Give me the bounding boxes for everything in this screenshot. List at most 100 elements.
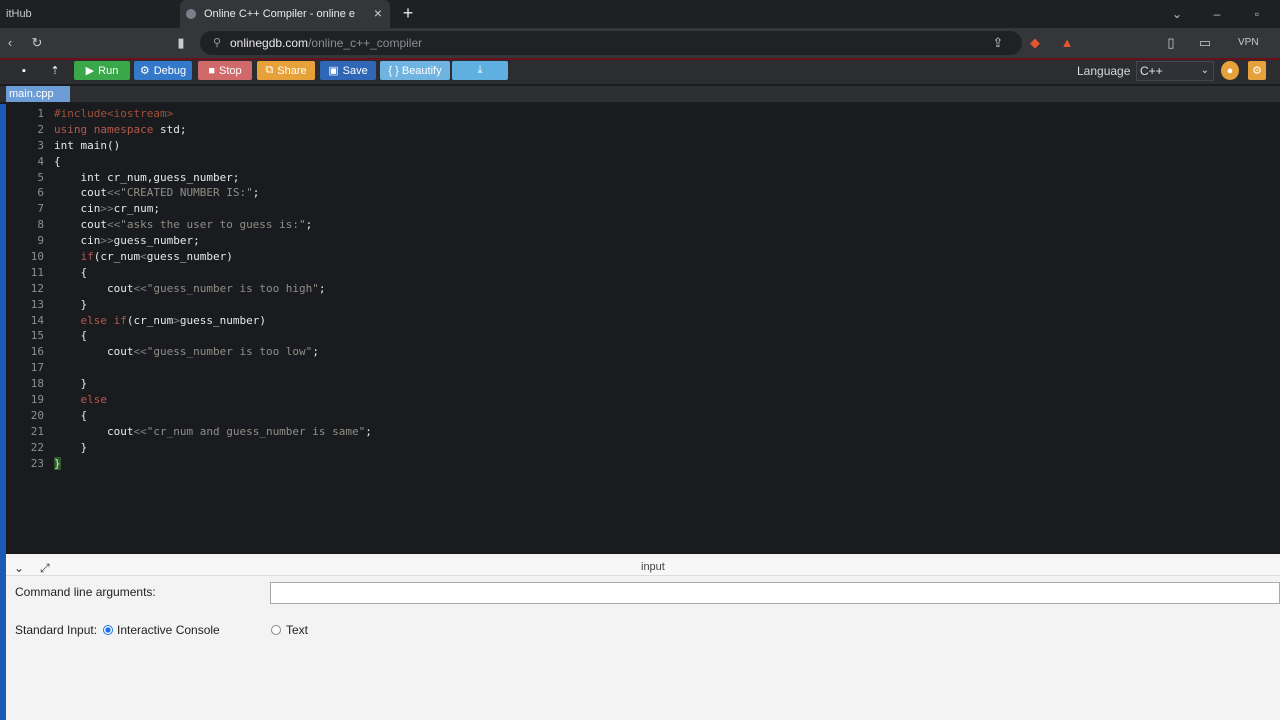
close-tab-icon[interactable]: ×: [374, 5, 382, 21]
reload-icon[interactable]: ↻: [27, 33, 47, 53]
line-number: 6: [37, 186, 44, 200]
download-button[interactable]: ⤓: [452, 61, 508, 80]
code-line[interactable]: }: [54, 376, 1254, 392]
code-line[interactable]: cout<<"CREATED NUMBER IS:";: [54, 185, 1254, 201]
code-line[interactable]: cout<<"guess_number is too low";: [54, 344, 1254, 360]
run-button[interactable]: ▶ Run: [74, 61, 130, 80]
info-icon[interactable]: ●: [1221, 61, 1239, 80]
line-number: 5: [37, 170, 44, 184]
code-line[interactable]: }: [54, 297, 1254, 313]
code-token: }: [54, 377, 88, 391]
language-select[interactable]: C++ ⌄: [1136, 61, 1214, 81]
code-line[interactable]: cin>>cr_num;: [54, 201, 1254, 217]
tab-search-icon[interactable]: ⌄: [1166, 4, 1188, 24]
brave-rewards-icon[interactable]: ▲: [1057, 33, 1077, 53]
code-token: >>: [100, 202, 114, 216]
line-number: 12: [30, 281, 44, 295]
line-number: 20: [30, 408, 44, 422]
new-file-icon[interactable]: ▪: [14, 61, 34, 80]
sidebar-icon[interactable]: ▯: [1161, 33, 1181, 53]
code-token: #include<iostream>: [54, 107, 174, 120]
share-page-icon[interactable]: ⇪: [988, 33, 1008, 53]
radio-text[interactable]: [271, 625, 281, 635]
site-info-icon[interactable]: ⚲: [207, 33, 227, 53]
line-number: 15: [30, 329, 44, 343]
code-token: }: [54, 440, 88, 454]
code-token: guess_number;: [113, 234, 200, 248]
radio-interactive-console[interactable]: [103, 625, 113, 635]
wallet-icon[interactable]: ▭: [1195, 33, 1215, 53]
code-line[interactable]: {: [54, 265, 1254, 281]
code-token: using namespace: [54, 122, 154, 136]
input-panel: [0, 554, 1280, 720]
restore-icon[interactable]: ▫: [1246, 4, 1268, 24]
code-line[interactable]: }: [54, 456, 1254, 472]
stop-icon: ■: [208, 64, 215, 77]
stop-button[interactable]: ■ Stop: [198, 61, 252, 80]
code-line[interactable]: else if(cr_num>guess_number): [54, 313, 1254, 329]
download-icon: ⤓: [477, 64, 483, 76]
bookmark-icon[interactable]: ▮: [171, 33, 191, 53]
file-tab-main-cpp[interactable]: main.cpp: [6, 86, 70, 102]
code-token: guess_number): [179, 313, 266, 327]
file-tab-bar: [0, 86, 1280, 102]
code-line[interactable]: cout<<"cr_num and guess_number is same";: [54, 424, 1254, 440]
stdin-label: Standard Input:: [15, 623, 98, 637]
code-line[interactable]: int main(): [54, 138, 1254, 154]
code-lines[interactable]: #include<iostream> using namespace std; in…: [54, 106, 1254, 471]
browser-tab-github[interactable]: itHub: [0, 0, 176, 28]
url-host: onlinegdb.com: [230, 36, 309, 50]
line-number: 13: [30, 297, 44, 311]
save-icon: ▣: [328, 65, 339, 77]
brave-shield-icon[interactable]: ◆: [1025, 33, 1045, 53]
code-line[interactable]: [54, 360, 1254, 376]
collapse-panel-icon[interactable]: ⌄: [14, 561, 24, 575]
code-line[interactable]: cout<<"guess_number is too high";: [54, 281, 1254, 297]
share-label: Share: [277, 64, 307, 77]
code-line[interactable]: cin>>guess_number;: [54, 233, 1254, 249]
code-line[interactable]: #include<iostream>: [54, 106, 1254, 122]
code-token: {: [54, 329, 88, 343]
text-option-label: Text: [286, 623, 309, 637]
code-line[interactable]: }: [54, 440, 1254, 456]
code-line[interactable]: {: [54, 328, 1254, 344]
code-line[interactable]: if(cr_num<guess_number): [54, 249, 1254, 265]
code-token: {: [54, 154, 61, 168]
share-button[interactable]: ⧉ Share: [257, 61, 315, 80]
new-tab-icon[interactable]: +: [398, 3, 418, 23]
code-token: cout: [54, 345, 134, 359]
beautify-button[interactable]: { } Beautify: [380, 61, 450, 80]
code-token: {: [54, 408, 88, 422]
line-number: 2: [37, 122, 44, 136]
line-number: 23: [30, 456, 44, 470]
code-token: cin: [54, 202, 101, 216]
debug-label: Debug: [153, 64, 187, 77]
url-text[interactable]: onlinegdb.com/online_c++_compiler: [230, 36, 422, 50]
line-number: 9: [37, 234, 44, 248]
code-line[interactable]: cout<<"asks the user to guess is:";: [54, 217, 1254, 233]
save-button[interactable]: ▣ Save: [320, 61, 376, 80]
vpn-button[interactable]: VPN: [1238, 37, 1259, 48]
code-line[interactable]: using namespace std;: [54, 122, 1254, 138]
debug-button[interactable]: ⚙ Debug: [134, 61, 192, 80]
browser-tab-onlinegdb[interactable]: Online C++ Compiler - online e ×: [180, 0, 390, 28]
minimize-icon[interactable]: –: [1206, 4, 1228, 24]
settings-gear-icon[interactable]: ⚙: [1248, 61, 1266, 80]
code-token: <<: [133, 424, 147, 438]
code-line[interactable]: int cr_num,guess_number;: [54, 170, 1254, 186]
code-line[interactable]: {: [54, 408, 1254, 424]
cmd-args-input[interactable]: [270, 582, 1280, 604]
code-token: cout: [54, 186, 107, 200]
code-line[interactable]: {: [54, 154, 1254, 170]
expand-panel-icon[interactable]: ⤢: [40, 561, 50, 576]
back-icon[interactable]: ‹: [0, 33, 20, 53]
code-token: guess_number): [146, 250, 233, 264]
tab-title: itHub: [6, 8, 32, 20]
file-tab-label: main.cpp: [9, 88, 54, 100]
code-line[interactable]: else: [54, 392, 1254, 408]
upload-file-icon[interactable]: ⇡: [44, 61, 66, 80]
code-token: <<: [133, 345, 147, 359]
line-number: 1: [37, 107, 44, 120]
chevron-down-icon: ⌄: [1200, 65, 1209, 76]
